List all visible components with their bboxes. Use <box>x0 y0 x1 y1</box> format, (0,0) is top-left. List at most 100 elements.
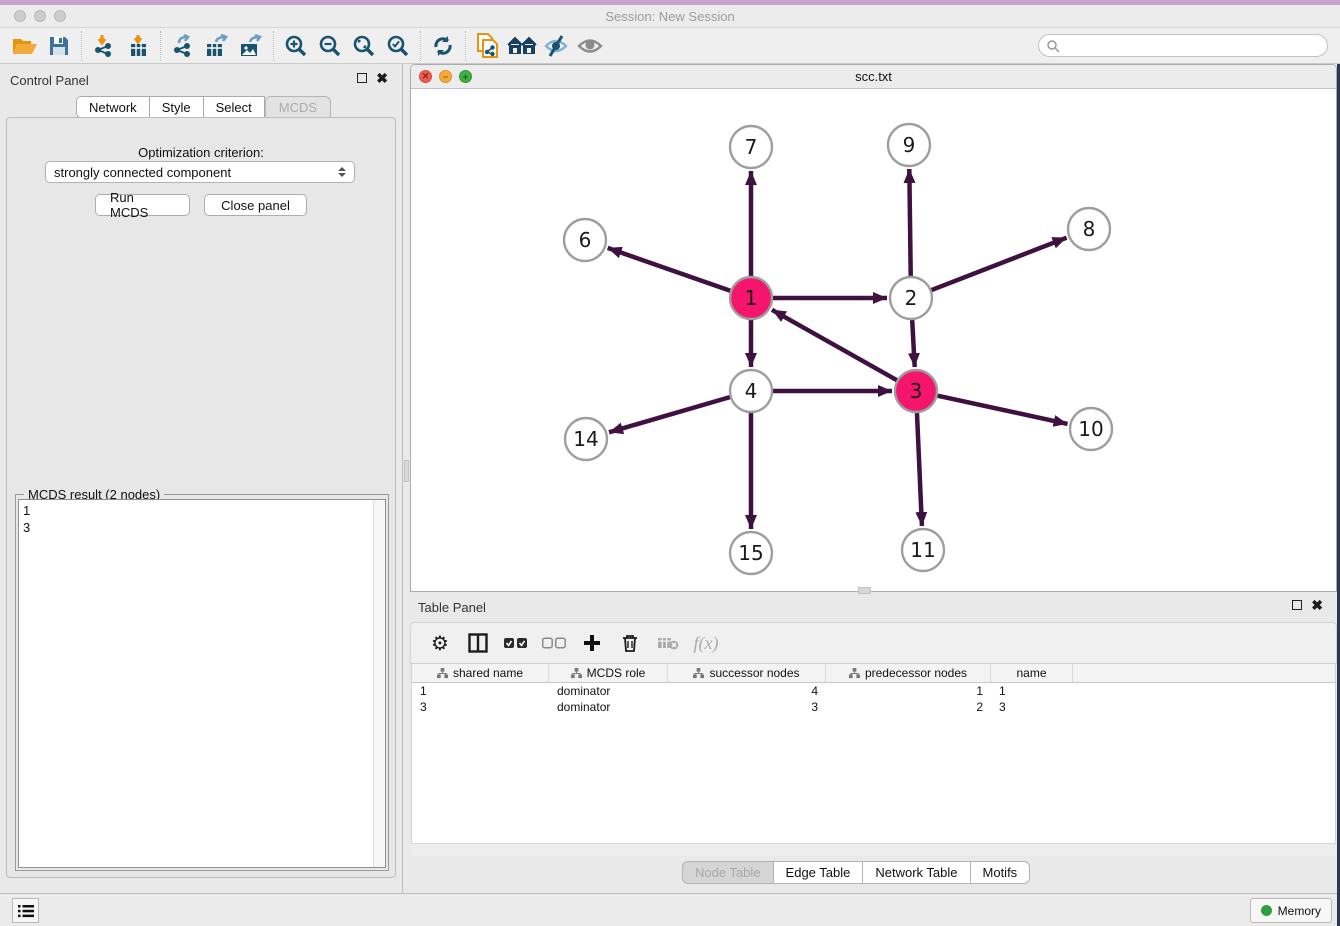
zoom-out-icon <box>318 34 342 58</box>
import-table-icon <box>126 34 150 58</box>
table-panel-float-button[interactable] <box>1292 600 1302 610</box>
table-panel-close-button[interactable]: ✖ <box>1311 599 1323 611</box>
gear-icon: ⚙ <box>431 631 449 655</box>
network-canvas[interactable]: 1 2 3 4 6 7 8 9 10 11 14 15 <box>411 89 1336 591</box>
graph-node-4[interactable]: 4 <box>730 370 772 412</box>
graph-edge-3-1[interactable] <box>772 310 897 380</box>
import-table-button[interactable] <box>121 31 155 61</box>
export-network-button[interactable] <box>166 31 200 61</box>
graph-node-8[interactable]: 8 <box>1068 208 1110 250</box>
cell-predecessor-nodes[interactable]: 1 <box>826 683 991 699</box>
column-header-mcds-role[interactable]: MCDS role <box>549 664 668 682</box>
graph-node-10[interactable]: 10 <box>1070 408 1112 450</box>
show-all-button[interactable] <box>573 31 607 61</box>
close-panel-button[interactable]: Close panel <box>204 194 307 216</box>
graph-node-15[interactable]: 15 <box>730 532 772 574</box>
graph-node-7[interactable]: 7 <box>730 126 772 168</box>
add-column-button[interactable] <box>575 627 609 659</box>
column-header-shared-name[interactable]: shared name <box>412 664 549 682</box>
import-network-button[interactable] <box>87 31 121 61</box>
optimization-criterion-select[interactable]: strongly connected component <box>45 161 355 183</box>
open-session-button[interactable] <box>8 31 42 61</box>
control-panel-close-button[interactable]: ✖ <box>376 72 388 84</box>
graph-node-14[interactable]: 14 <box>565 418 607 460</box>
houses-button[interactable] <box>505 31 539 61</box>
refresh-button[interactable] <box>426 31 460 61</box>
delete-table-button[interactable] <box>651 627 685 659</box>
vertical-splitter[interactable] <box>402 64 410 893</box>
export-table-button[interactable] <box>200 31 234 61</box>
toolbar-separator <box>273 31 274 61</box>
tab-mcds-active[interactable]: MCDS <box>265 96 331 118</box>
tab-network[interactable]: Network <box>76 96 150 118</box>
zoom-selected-button[interactable] <box>381 31 415 61</box>
toolbar-separator <box>465 31 466 61</box>
tab-edge-table[interactable]: Edge Table <box>774 861 864 884</box>
memory-button[interactable]: Memory <box>1250 898 1332 923</box>
mcds-result-scrollbar[interactable] <box>373 500 385 867</box>
graph-node-label: 4 <box>745 379 758 403</box>
cell-predecessor-nodes[interactable]: 2 <box>826 699 991 715</box>
control-panel-float-button[interactable] <box>357 73 367 83</box>
graph-node-2[interactable]: 2 <box>890 277 932 319</box>
graph-node-6[interactable]: 6 <box>564 219 606 261</box>
graph-node-3[interactable]: 3 <box>895 370 937 412</box>
zoom-fit-icon <box>352 34 376 58</box>
cell-mcds-role[interactable]: dominator <box>549 683 668 699</box>
export-network-icon <box>171 34 195 58</box>
export-image-button[interactable] <box>234 31 268 61</box>
graph-edge-3-10[interactable] <box>937 396 1067 424</box>
vertical-splitter-grip[interactable] <box>404 460 409 482</box>
table-settings-button[interactable]: ⚙ <box>423 627 457 659</box>
tab-style[interactable]: Style <box>150 96 204 118</box>
graph-node-11[interactable]: 11 <box>902 529 944 571</box>
cell-shared-name[interactable]: 3 <box>412 699 549 715</box>
column-header-successor-nodes[interactable]: successor nodes <box>668 664 826 682</box>
network-window-title: scc.txt <box>411 69 1336 84</box>
plus-icon <box>583 634 601 652</box>
cell-name[interactable]: 1 <box>991 683 1073 699</box>
delete-column-button[interactable] <box>613 627 647 659</box>
select-all-button[interactable] <box>499 627 533 659</box>
tab-network-table[interactable]: Network Table <box>863 861 970 884</box>
save-session-button[interactable] <box>42 31 76 61</box>
hide-selection-button[interactable] <box>539 31 573 61</box>
cell-successor-nodes[interactable]: 3 <box>668 699 826 715</box>
graph-edge-2-8[interactable] <box>932 238 1067 290</box>
table-scroll-area[interactable] <box>411 843 1336 856</box>
status-bar: Memory <box>0 893 1340 926</box>
task-history-button[interactable] <box>12 898 39 923</box>
run-mcds-button[interactable]: Run MCDS <box>95 194 190 216</box>
zoom-in-button[interactable] <box>279 31 313 61</box>
new-network-from-selection-button[interactable] <box>471 31 505 61</box>
horizontal-splitter-grip[interactable] <box>858 587 871 594</box>
tab-select[interactable]: Select <box>204 96 265 118</box>
zoom-fit-button[interactable] <box>347 31 381 61</box>
mcds-result-text[interactable]: 1 3 <box>18 499 386 868</box>
cell-shared-name[interactable]: 1 <box>412 683 549 699</box>
cell-name[interactable]: 3 <box>991 699 1073 715</box>
split-columns-button[interactable] <box>461 627 495 659</box>
column-header-name[interactable]: name <box>991 664 1073 682</box>
deselect-all-button[interactable] <box>537 627 571 659</box>
zoom-out-button[interactable] <box>313 31 347 61</box>
tab-node-table[interactable]: Node Table <box>682 861 774 884</box>
graph-edge-4-14[interactable] <box>609 397 730 432</box>
graph-edge-1-6[interactable] <box>608 248 731 291</box>
graph-node-1[interactable]: 1 <box>730 277 772 319</box>
graph-edge-2-9[interactable] <box>909 169 910 276</box>
table-row[interactable]: 3 dominator 3 2 3 <box>412 699 1335 715</box>
cell-mcds-role[interactable]: dominator <box>549 699 668 715</box>
search-field[interactable] <box>1038 34 1328 57</box>
column-header-predecessor-nodes[interactable]: predecessor nodes <box>826 664 991 682</box>
cell-successor-nodes[interactable]: 4 <box>668 683 826 699</box>
graph-edge-3-11[interactable] <box>917 413 922 526</box>
search-input[interactable] <box>1060 37 1327 55</box>
graph-node-9[interactable]: 9 <box>888 124 930 166</box>
function-builder-button[interactable]: f(x) <box>689 627 723 659</box>
table-row[interactable]: 1 dominator 4 1 1 <box>412 683 1335 699</box>
optimization-criterion-label: Optimization criterion: <box>7 145 395 160</box>
graph-edge-2-3[interactable] <box>912 320 915 367</box>
network-graph[interactable]: 1 2 3 4 6 7 8 9 10 11 14 15 <box>411 89 1336 591</box>
tab-motifs[interactable]: Motifs <box>971 861 1031 884</box>
